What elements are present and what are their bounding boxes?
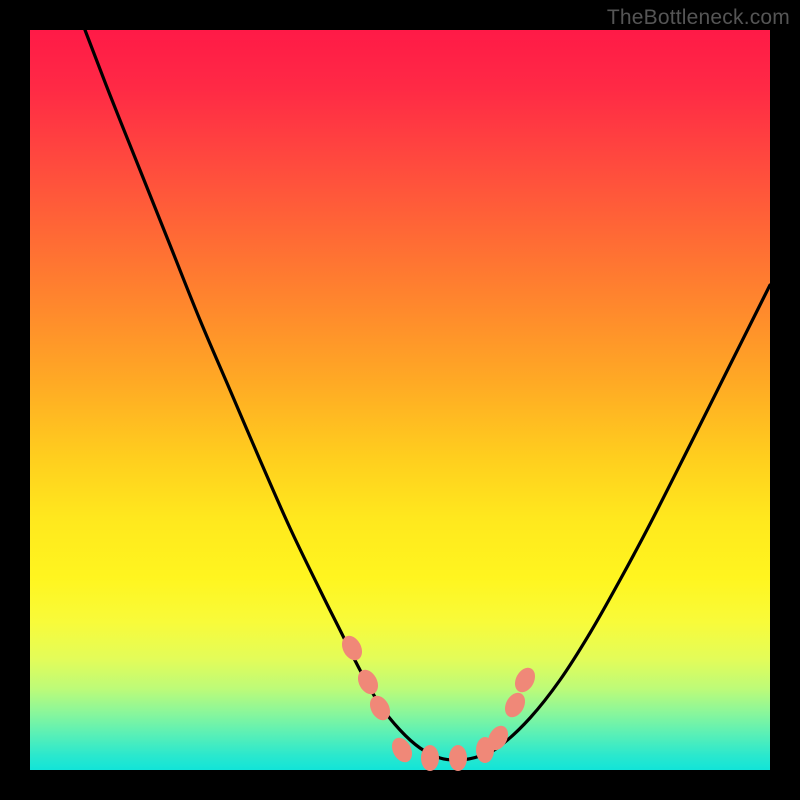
- curve-marker: [449, 745, 467, 771]
- plot-area: [30, 30, 770, 770]
- curve-markers: [338, 632, 539, 771]
- curve-marker: [388, 734, 416, 765]
- bottleneck-curve-path: [85, 30, 770, 760]
- curve-marker: [501, 689, 529, 720]
- chart-frame: TheBottleneck.com: [0, 0, 800, 800]
- curve-marker: [511, 664, 539, 695]
- curve-marker: [421, 745, 439, 771]
- curve-svg: [30, 30, 770, 770]
- attribution-text: TheBottleneck.com: [607, 6, 790, 30]
- curve-marker: [354, 666, 382, 697]
